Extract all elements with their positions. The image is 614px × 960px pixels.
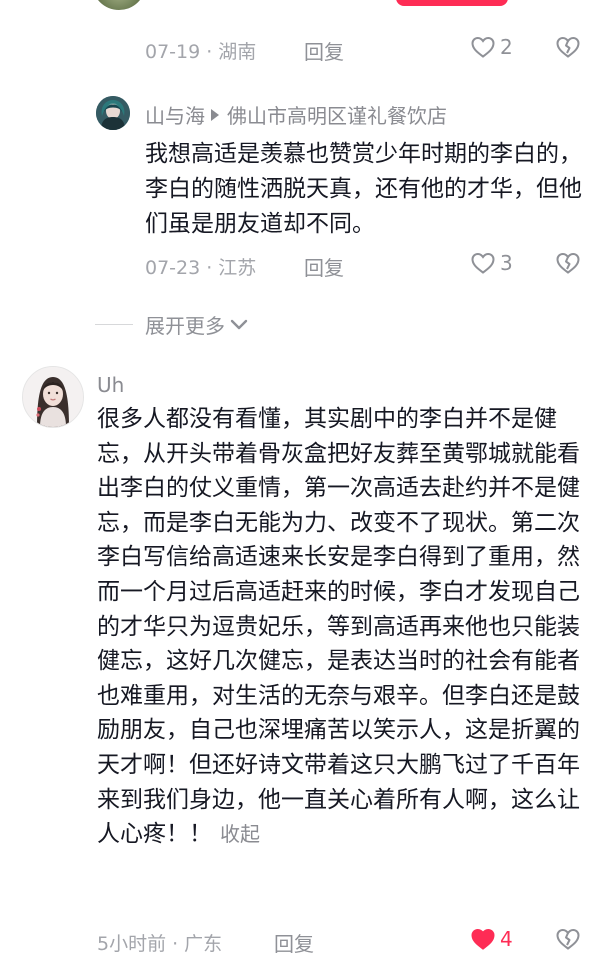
follow-button-partial[interactable] — [396, 0, 508, 6]
comment-time: 5小时前 — [97, 933, 167, 955]
broken-heart-icon — [556, 252, 580, 274]
heart-filled-icon — [471, 928, 495, 950]
comment-meta: 5小时前 · 广东 — [97, 933, 223, 955]
triangle-right-icon — [211, 108, 219, 121]
chevron-down-icon — [230, 319, 248, 329]
reply-button[interactable]: 回复 — [304, 36, 344, 65]
previous-avatar-partial[interactable] — [92, 0, 146, 10]
avatar-image — [96, 96, 130, 130]
dislike-button[interactable] — [555, 251, 581, 275]
username[interactable]: 山与海 — [145, 100, 205, 129]
username[interactable]: Uh — [97, 373, 124, 397]
avatar-image — [23, 367, 83, 427]
like-count: 3 — [500, 251, 513, 275]
comment-body: 很多人都没有看懂，其实剧中的李白并不是健忘，从开头带着骨灰盒把好友葬至黄鄂城就能… — [97, 406, 580, 848]
heart-outline-icon — [471, 252, 495, 274]
comment-text: 我想高适是羡慕也赞赏少年时期的李白的，李白的随性洒脱天真，还有他的才华，但他们虽… — [145, 141, 582, 237]
dislike-button[interactable] — [555, 35, 581, 59]
like-button[interactable]: 2 — [470, 35, 513, 59]
collapse-button[interactable]: 收起 — [220, 822, 260, 846]
broken-heart-icon — [556, 36, 580, 58]
like-button[interactable]: 3 — [470, 251, 513, 275]
like-button[interactable]: 4 — [470, 927, 513, 951]
avatar[interactable] — [96, 96, 130, 130]
comment-date: 07-19 — [145, 41, 201, 63]
heart-outline-icon — [471, 36, 495, 58]
reply-button[interactable]: 回复 — [274, 928, 314, 957]
reply-to-username[interactable]: 佛山市高明区谨礼餐饮店 — [227, 100, 447, 129]
comment-location: 湖南 — [218, 41, 257, 63]
like-count: 4 — [500, 927, 513, 951]
comment-location: 江苏 — [218, 257, 257, 279]
expand-more-button[interactable]: 展开更多 — [95, 310, 249, 339]
reply-header: 山与海 佛山市高明区谨礼餐饮店 — [145, 100, 447, 129]
like-count: 2 — [500, 35, 513, 59]
expand-more-label: 展开更多 — [145, 314, 225, 338]
avatar[interactable] — [22, 366, 84, 428]
reply-button[interactable]: 回复 — [304, 252, 344, 281]
broken-heart-icon — [556, 928, 580, 950]
comment-meta: 07-19 · 湖南 — [145, 41, 257, 63]
divider — [95, 324, 133, 325]
comment-location: 广东 — [184, 933, 223, 955]
comment-text: 很多人都没有看懂，其实剧中的李白并不是健忘，从开头带着骨灰盒把好友葬至黄鄂城就能… — [97, 402, 597, 852]
comment-date: 07-23 — [145, 257, 201, 279]
comment-meta: 07-23 · 江苏 — [145, 257, 257, 279]
dislike-button[interactable] — [555, 927, 581, 951]
